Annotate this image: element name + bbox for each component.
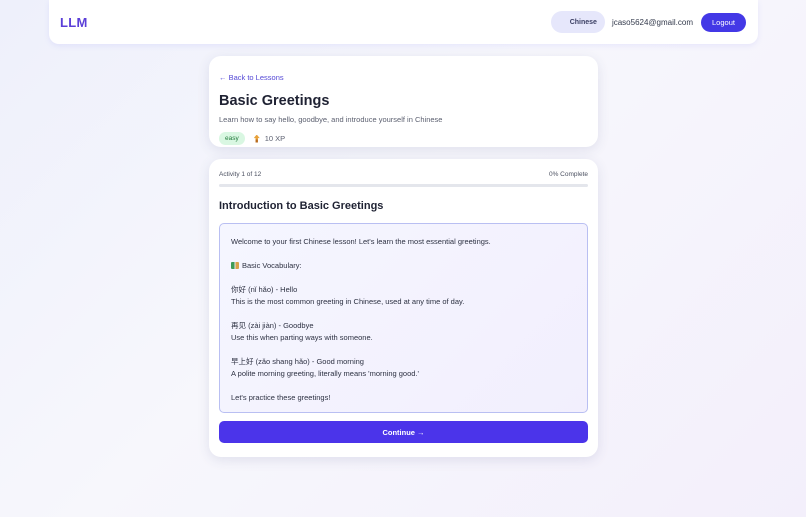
brand-logo[interactable]: LLM	[60, 15, 88, 30]
activity-card: Activity 1 of 12 0% Complete Introductio…	[209, 159, 598, 457]
content-line: A polite morning greeting, literally mea…	[231, 369, 419, 378]
xp-reward: 10 XP	[253, 134, 286, 143]
back-to-lessons-link[interactable]: ← Back to Lessons	[219, 73, 284, 82]
lesson-meta: easy 10 XP	[219, 132, 588, 145]
activity-counter: Activity 1 of 12	[219, 171, 262, 178]
navbar-right: Chinese jcaso5624@gmail.com Logout	[550, 11, 746, 33]
xp-label: 10 XP	[264, 134, 286, 143]
progress-bar	[219, 184, 588, 187]
content-line: Let's practice these greetings!	[231, 393, 331, 402]
activity-title: Introduction to Basic Greetings	[219, 200, 384, 212]
lesson-content-box: Welcome to your first Chinese lesson! Le…	[219, 223, 588, 413]
user-email: jcaso5624@gmail.com	[611, 17, 693, 27]
lesson-title: Basic Greetings	[219, 93, 330, 109]
content-line: 你好 (nǐ hǎo) - Hello	[231, 285, 298, 294]
completion-percent: 0% Complete	[548, 171, 588, 178]
lesson-description: Learn how to say hello, goodbye, and int…	[219, 115, 443, 124]
books-icon	[231, 262, 239, 269]
content-line: 再见 (zài jiàn) - Goodbye	[231, 321, 314, 330]
language-selector[interactable]: Chinese	[550, 11, 605, 33]
hourglass-icon	[253, 134, 260, 143]
content-line-vocabulary: Basic Vocabulary:	[231, 260, 576, 272]
content-line: Use this when parting ways with someone.	[231, 333, 373, 342]
difficulty-badge: easy	[219, 132, 245, 145]
vocabulary-heading: Basic Vocabulary:	[242, 261, 302, 270]
content-line: Welcome to your first Chinese lesson! Le…	[231, 237, 491, 246]
lesson-header-card: ← Back to Lessons Basic Greetings Learn …	[209, 56, 598, 147]
progress-header: Activity 1 of 12 0% Complete	[219, 171, 588, 178]
content-line: This is the most common greeting in Chin…	[231, 297, 465, 306]
top-navbar: LLM Chinese jcaso5624@gmail.com Logout	[49, 0, 758, 44]
logout-button[interactable]: Logout	[701, 12, 746, 32]
content-line: 早上好 (zǎo shang hǎo) - Good morning	[231, 357, 364, 366]
continue-button[interactable]: Continue →	[219, 421, 588, 443]
